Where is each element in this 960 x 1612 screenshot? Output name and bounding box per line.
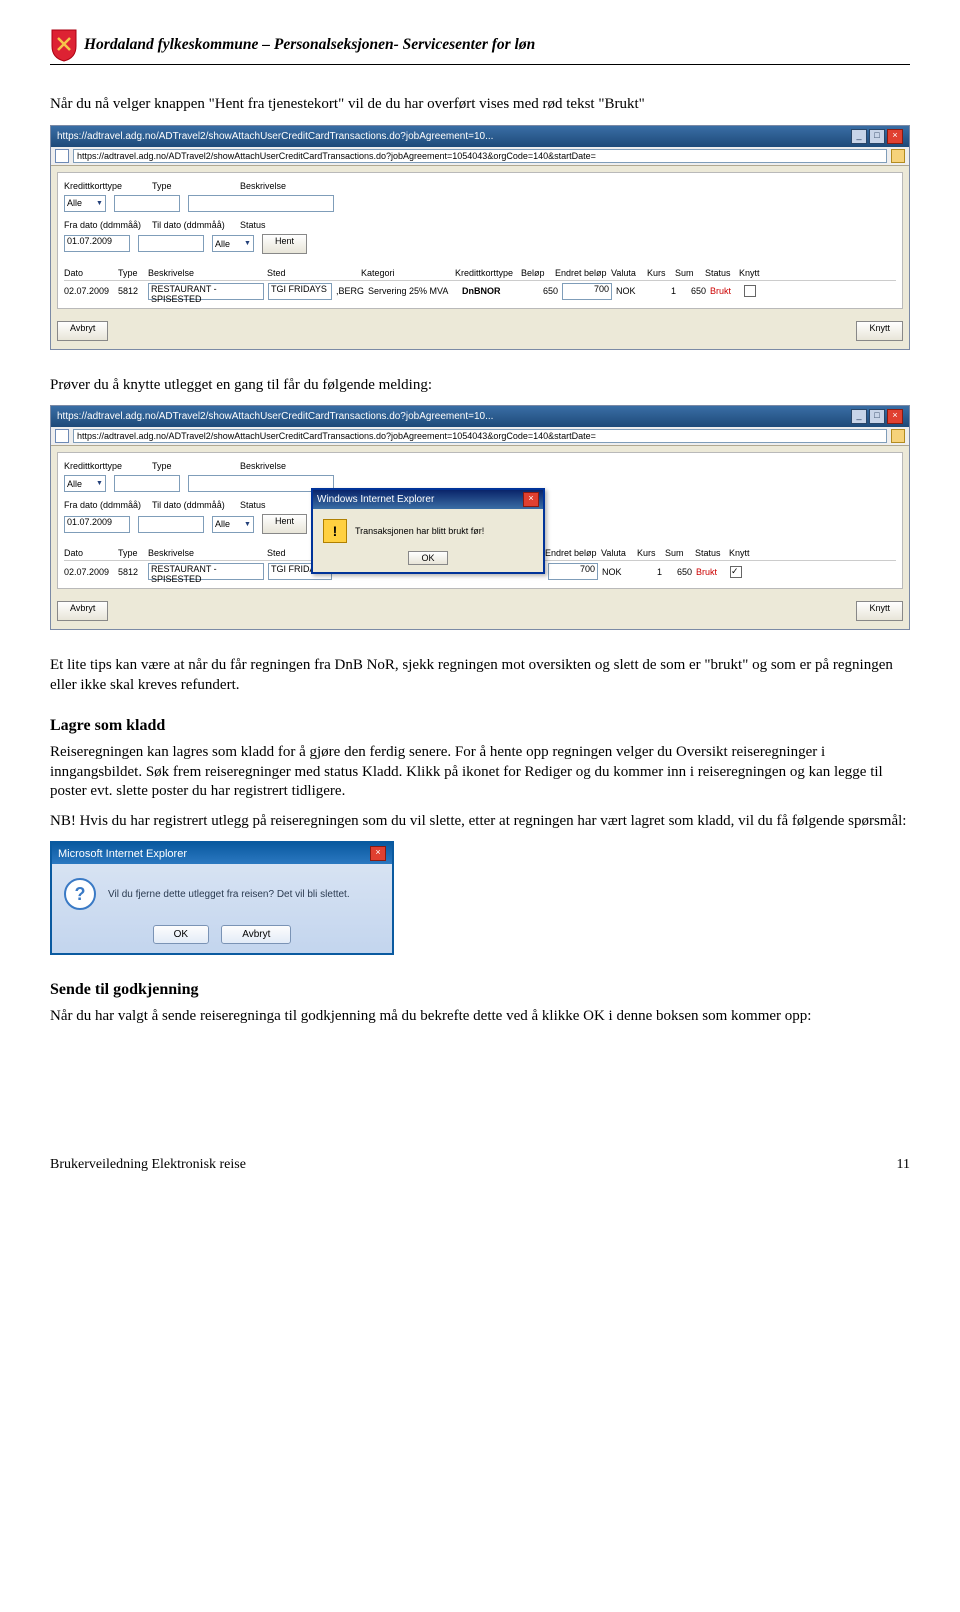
screenshot-2: https://adtravel.adg.no/ADTravel2/showAt… (50, 405, 910, 630)
para-5: NB! Hvis du har registrert utlegg på rei… (50, 812, 910, 832)
knytt-button: Knytt (856, 321, 903, 341)
close-icon: × (887, 129, 903, 144)
minimize-icon: _ (851, 409, 867, 424)
para-3: Et lite tips kan være at når du får regn… (50, 656, 910, 695)
page-icon (55, 149, 69, 163)
knytt-checkbox (744, 285, 756, 297)
close-icon: × (523, 492, 539, 507)
address-bar: https://adtravel.adg.no/ADTravel2/showAt… (51, 147, 909, 166)
input-fra: 01.07.2009 (64, 235, 130, 252)
screenshot-1: https://adtravel.adg.no/ADTravel2/showAt… (50, 125, 910, 350)
title-url: https://adtravel.adg.no/ADTravel2/showAt… (57, 131, 493, 142)
header-text: Hordaland fylkeskommune – Personalseksjo… (84, 36, 535, 54)
url-field: https://adtravel.adg.no/ADTravel2/showAt… (73, 149, 887, 163)
confirm-message: Vil du fjerne dette utlegget fra reisen?… (108, 889, 350, 900)
filter-panel: Kredittkorttype Type Beskrivelse Alle▼ F… (57, 172, 903, 309)
close-icon: × (887, 409, 903, 424)
window-titlebar: https://adtravel.adg.no/ADTravel2/showAt… (51, 126, 909, 147)
ok-button: OK (408, 551, 447, 565)
lock-icon (891, 149, 905, 163)
confirm-title: Microsoft Internet Explorer (58, 848, 187, 860)
para-1: Når du nå velger knappen "Hent fra tjene… (50, 95, 910, 115)
minimize-icon: _ (851, 129, 867, 144)
para-6: Når du har valgt å sende reiseregninga t… (50, 1007, 910, 1027)
confirm-dialog: Microsoft Internet Explorer × ? Vil du f… (50, 841, 394, 955)
select-status: Alle▼ (212, 235, 254, 252)
maximize-icon: □ (869, 409, 885, 424)
section-lagre-kladd: Lagre som kladd (50, 717, 910, 735)
question-icon: ? (64, 878, 96, 910)
knytt-checkbox-checked (730, 566, 742, 578)
page-icon (55, 429, 69, 443)
avbryt-button: Avbryt (221, 925, 291, 944)
label-korttype: Kredittkorttype (64, 181, 144, 191)
input-beskr (188, 195, 334, 212)
label-status: Status (240, 220, 320, 230)
status-brukt: Brukt (710, 286, 740, 296)
input-til (138, 235, 204, 252)
shield-icon (50, 28, 78, 62)
para-2: Prøver du å knytte utlegget en gang til … (50, 376, 910, 396)
label-til: Til dato (ddmmåå) (152, 220, 232, 230)
alert-dialog: Windows Internet Explorer × ! Transaksjo… (311, 488, 545, 574)
label-fra: Fra dato (ddmmåå) (64, 220, 144, 230)
label-beskr: Beskrivelse (240, 181, 330, 191)
dialog-message: Transaksjonen har blitt brukt før! (355, 526, 484, 536)
lock-icon (891, 429, 905, 443)
maximize-icon: □ (869, 129, 885, 144)
table-row: 02.07.2009 5812 RESTAURANT - SPISESTED T… (64, 281, 896, 302)
warning-icon: ! (323, 519, 347, 543)
button-row: Avbryt Knytt (51, 315, 909, 349)
ok-button: OK (153, 925, 209, 944)
avbryt-button: Avbryt (57, 321, 108, 341)
section-sende-godkjenning: Sende til godkjenning (50, 981, 910, 999)
dialog-title: Windows Internet Explorer (317, 494, 434, 505)
footer-left: Brukerveiledning Elektronisk reise (50, 1157, 246, 1173)
doc-header: Hordaland fylkeskommune – Personalseksjo… (50, 28, 910, 65)
page-footer: Brukerveiledning Elektronisk reise 11 (50, 1157, 910, 1173)
para-4: Reiseregningen kan lagres som kladd for … (50, 743, 910, 802)
select-korttype: Alle▼ (64, 195, 106, 212)
input-type (114, 195, 180, 212)
close-icon: × (370, 846, 386, 861)
table-header: Dato Type Beskrivelse Sted Kategori Kred… (64, 266, 896, 281)
page-number: 11 (897, 1157, 910, 1173)
hent-button: Hent (262, 234, 307, 254)
label-type: Type (152, 181, 232, 191)
